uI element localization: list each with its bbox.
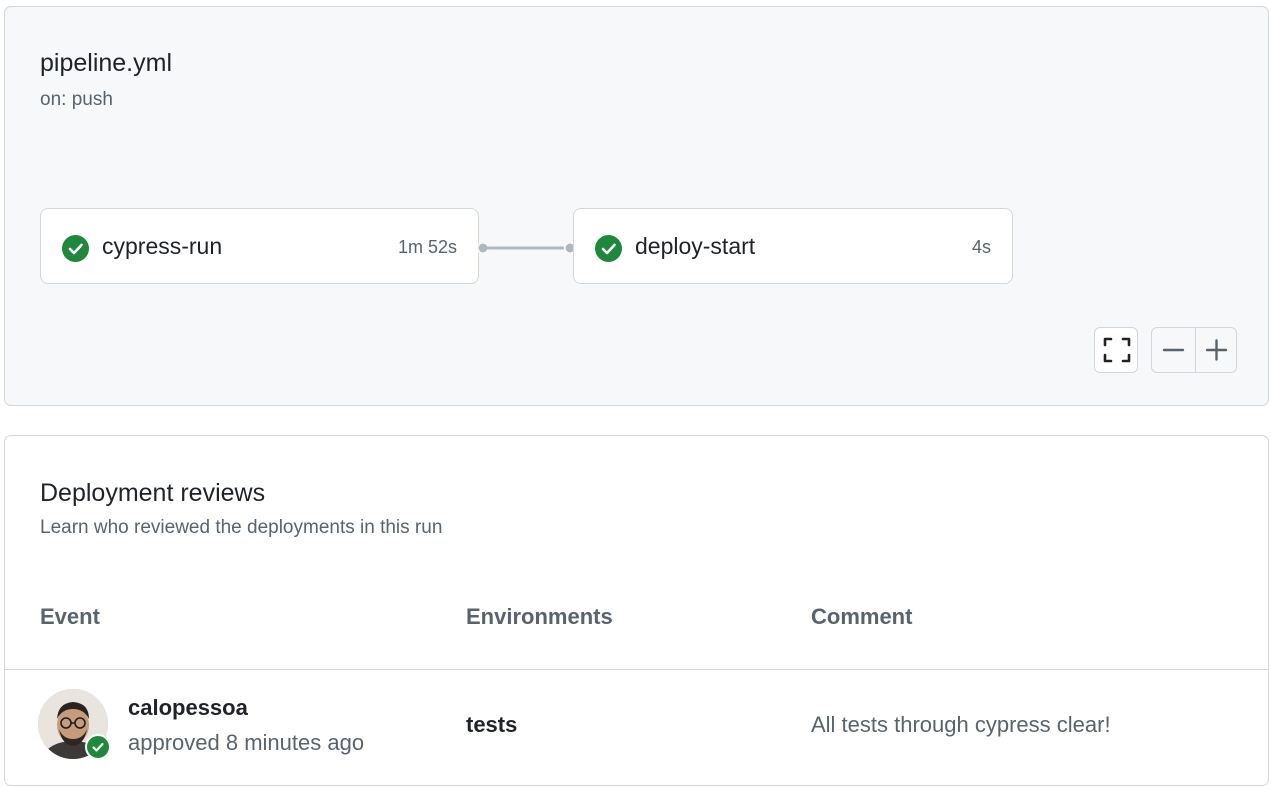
zoom-out-button[interactable] [1152,328,1196,372]
environment-name: tests [466,712,518,737]
job-duration: 4s [971,237,991,257]
zoom-controls [1151,327,1237,373]
deployment-reviews-card: Deployment reviews Learn who reviewed th… [4,435,1269,786]
job-name: cypress-run [102,233,223,259]
zoom-in-button[interactable] [1195,328,1238,372]
section-title: Deployment reviews [40,479,266,507]
minus-icon [1162,348,1185,352]
reviewer-username[interactable]: calopessoa [128,695,248,721]
job-name: deploy-start [635,233,756,259]
fullscreen-icon [1103,337,1131,363]
job-card-cypress-run[interactable]: cypress-run 1m 52s [40,208,479,284]
job-dependency-connector [478,243,575,253]
plus-icon [1205,339,1228,361]
column-header-environments: Environments [466,604,613,629]
review-comment: All tests through cypress clear! [811,712,1111,737]
workflow-trigger: on: push [40,89,113,110]
section-subtitle: Learn who reviewed the deployments in th… [40,517,443,538]
workflow-title[interactable]: pipeline.yml [40,49,172,78]
job-card-deploy-start[interactable]: deploy-start 4s [573,208,1013,284]
fullscreen-button[interactable] [1094,327,1138,373]
approved-check-icon [85,734,111,760]
table-divider [5,669,1268,670]
job-duration: 1m 52s [397,237,457,257]
review-status: approved 8 minutes ago [128,730,365,755]
column-header-comment: Comment [811,604,913,629]
workflow-graph-panel: pipeline.yml on: push cypress-run 1m 52s… [4,6,1269,406]
success-check-icon [62,235,89,262]
success-check-icon [595,235,622,262]
column-header-event: Event [40,604,100,629]
